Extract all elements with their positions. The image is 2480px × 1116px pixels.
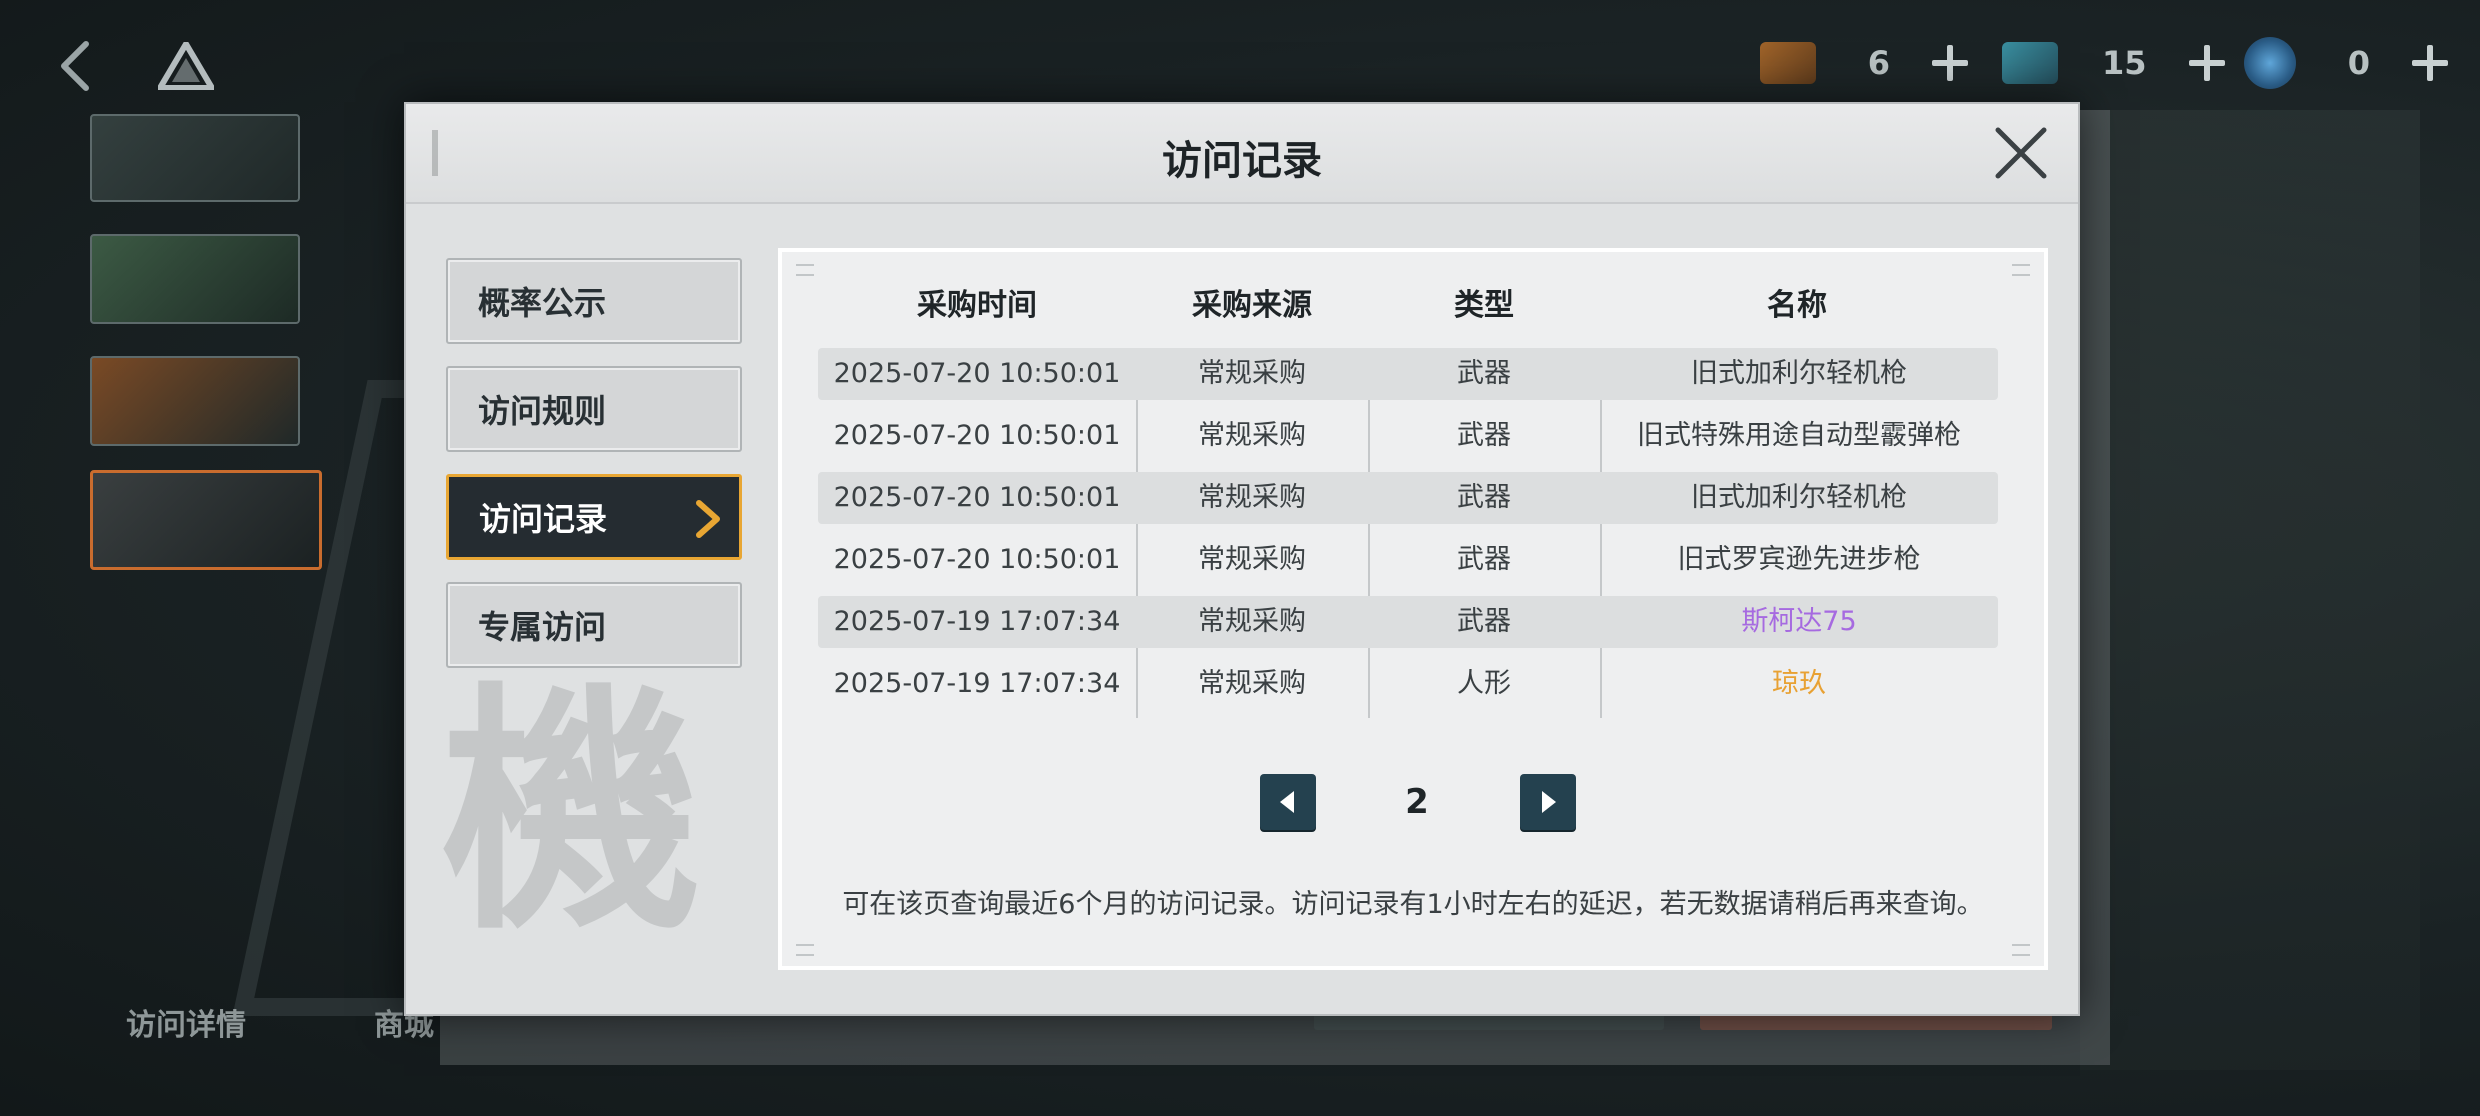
cell-time: 2025-07-19 17:07:34 bbox=[833, 668, 1121, 699]
home-logo-icon[interactable] bbox=[158, 42, 214, 90]
cell-time: 2025-07-19 17:07:34 bbox=[833, 606, 1121, 637]
banner-thumbnail-2[interactable] bbox=[90, 234, 300, 324]
menu-item-rules[interactable]: 访问规则 bbox=[446, 366, 742, 452]
page-number: 2 bbox=[1405, 782, 1429, 822]
currency-amount: 6 bbox=[1867, 44, 1890, 82]
cell-time: 2025-07-20 10:50:01 bbox=[833, 482, 1121, 513]
watermark-glyph: 機 bbox=[441, 663, 701, 965]
back-arrow-icon[interactable] bbox=[56, 40, 96, 92]
cell-source: 常规采购 bbox=[1198, 420, 1306, 451]
caret-right-icon bbox=[1542, 791, 1556, 813]
table-row: 2025-07-19 17:07:34 常规采购 人形 琼玖 bbox=[818, 658, 1998, 710]
menu-item-exclusive[interactable]: 专属访问 bbox=[446, 582, 742, 668]
ticket-icon bbox=[1760, 42, 1816, 84]
records-note: 可在该页查询最近6个月的访问记录。访问记录有1小时左右的延迟，若无数据请稍后再来… bbox=[842, 889, 1984, 920]
plus-icon[interactable] bbox=[2188, 45, 2225, 81]
menu-item-records-active[interactable]: 访问记录 bbox=[446, 474, 742, 560]
cell-source: 常规采购 bbox=[1198, 482, 1306, 513]
cell-type: 武器 bbox=[1457, 482, 1511, 513]
cell-name: 旧式特殊用途自动型霰弹枪 bbox=[1637, 420, 1961, 451]
cell-source: 常规采购 bbox=[1198, 668, 1306, 699]
coin-icon bbox=[2244, 37, 2296, 89]
modal-header: 访问记录 bbox=[406, 104, 2078, 204]
cell-name: 斯柯达75 bbox=[1741, 606, 1857, 637]
cell-name: 旧式罗宾逊先进步枪 bbox=[1677, 544, 1921, 575]
column-header-source: 采购来源 bbox=[1192, 288, 1312, 323]
cell-name: 琼玖 bbox=[1772, 668, 1826, 699]
menu-item-label: 访问记录 bbox=[479, 500, 608, 538]
column-header-type: 类型 bbox=[1454, 288, 1514, 323]
prev-page-button[interactable] bbox=[1260, 774, 1316, 830]
cell-type: 武器 bbox=[1457, 420, 1511, 451]
records-panel: 采购时间 采购来源 类型 名称 2025-07-20 10:50:01 常规采购… bbox=[778, 248, 2048, 970]
column-header-time: 采购时间 bbox=[917, 288, 1037, 323]
cell-source: 常规采购 bbox=[1198, 358, 1306, 389]
plus-icon[interactable] bbox=[2412, 45, 2448, 81]
cell-type: 武器 bbox=[1457, 358, 1511, 389]
currency-amount: 15 bbox=[2102, 44, 2147, 82]
cell-time: 2025-07-20 10:50:01 bbox=[833, 420, 1121, 451]
currency-amount: 0 bbox=[2347, 44, 2370, 82]
menu-item-label: 访问规则 bbox=[478, 392, 607, 430]
menu-item-label: 专属访问 bbox=[478, 608, 607, 646]
panel-corner-mark bbox=[796, 944, 814, 956]
panel-corner-mark bbox=[2012, 944, 2030, 956]
table-row: 2025-07-20 10:50:01 常规采购 武器 旧式特殊用途自动型霰弹枪 bbox=[818, 410, 1998, 462]
caret-left-icon bbox=[1280, 791, 1294, 813]
table-row: 2025-07-19 17:07:34 常规采购 武器 斯柯达75 bbox=[818, 596, 1998, 648]
currency-coin: 0 bbox=[2244, 37, 2448, 89]
menu-item-label: 概率公示 bbox=[478, 284, 607, 322]
cell-source: 常规采购 bbox=[1198, 606, 1306, 637]
cell-source: 常规采购 bbox=[1198, 544, 1306, 575]
table-row: 2025-07-20 10:50:01 常规采购 武器 旧式加利尔轻机枪 bbox=[818, 472, 1998, 524]
cell-time: 2025-07-20 10:50:01 bbox=[833, 358, 1121, 389]
table-row: 2025-07-20 10:50:01 常规采购 武器 旧式罗宾逊先进步枪 bbox=[818, 534, 1998, 586]
cell-type: 武器 bbox=[1457, 606, 1511, 637]
cell-type: 人形 bbox=[1457, 668, 1511, 699]
access-record-modal: 访问记录 機 概率公示 访问规则 访问记录 专属访问 采购时间 采购来源 类型 … bbox=[404, 102, 2080, 1016]
cell-type: 武器 bbox=[1457, 544, 1511, 575]
background-character-art bbox=[2080, 110, 2420, 1070]
menu-item-probability[interactable]: 概率公示 bbox=[446, 258, 742, 344]
banner-thumbnail-1[interactable] bbox=[90, 114, 300, 202]
table-row: 2025-07-20 10:50:01 常规采购 武器 旧式加利尔轻机枪 bbox=[818, 348, 1998, 400]
close-icon[interactable] bbox=[1992, 124, 2050, 182]
cell-name: 旧式加利尔轻机枪 bbox=[1691, 358, 1907, 389]
currency-ticket: 6 bbox=[1760, 38, 1968, 88]
panel-corner-mark bbox=[796, 264, 814, 276]
modal-title: 访问记录 bbox=[1162, 138, 1322, 184]
next-page-button[interactable] bbox=[1520, 774, 1576, 830]
banner-thumbnail-3[interactable] bbox=[90, 356, 300, 446]
cell-name: 旧式加利尔轻机枪 bbox=[1691, 482, 1907, 513]
chevron-right-icon bbox=[696, 500, 720, 538]
banner-thumbnail-4-selected[interactable] bbox=[90, 470, 322, 570]
crystal-icon bbox=[2002, 42, 2058, 84]
currency-crystal: 15 bbox=[2002, 38, 2225, 88]
bottom-tab-access-details[interactable]: 访问详情 bbox=[126, 1000, 246, 1044]
panel-corner-mark bbox=[2012, 264, 2030, 276]
plus-icon[interactable] bbox=[1932, 45, 1968, 81]
column-header-name: 名称 bbox=[1767, 288, 1827, 323]
cell-time: 2025-07-20 10:50:01 bbox=[833, 544, 1121, 575]
